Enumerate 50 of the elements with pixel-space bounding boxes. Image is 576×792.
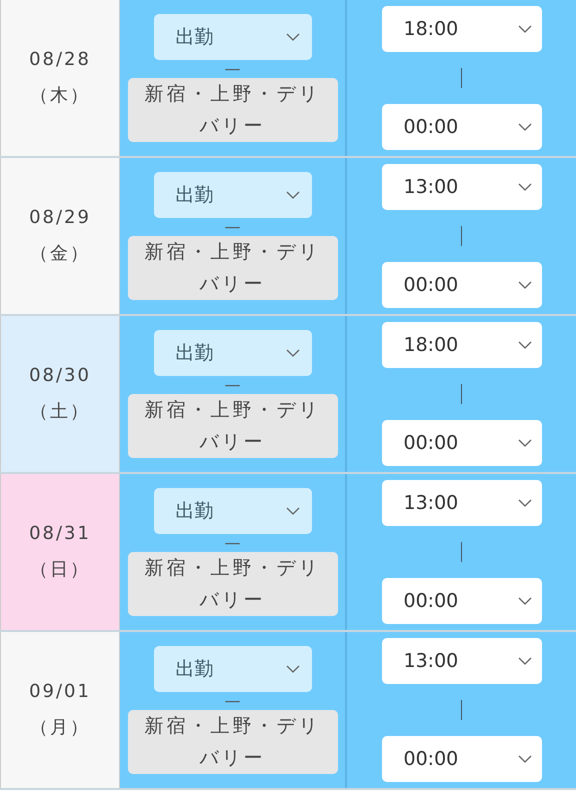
- end-time-dropdown[interactable]: 00:00: [382, 578, 542, 624]
- dash-separator: —: [224, 376, 240, 394]
- dash-separator: —: [224, 218, 240, 236]
- start-time-dropdown[interactable]: 13:00: [382, 480, 542, 526]
- chevron-down-icon: [518, 123, 532, 131]
- date-text: 09/01: [29, 680, 91, 704]
- chevron-down-icon: [518, 183, 532, 191]
- start-time-dropdown[interactable]: 13:00: [382, 638, 542, 684]
- chevron-down-icon: [518, 597, 532, 605]
- area-button[interactable]: 新宿・上野・デリバリー: [128, 78, 338, 142]
- start-time-dropdown[interactable]: 18:00: [382, 322, 542, 368]
- area-button[interactable]: 新宿・上野・デリバリー: [128, 236, 338, 300]
- status-dropdown[interactable]: 出勤: [154, 646, 312, 692]
- weekday-text: （金）: [30, 242, 90, 266]
- status-dropdown[interactable]: 出勤: [154, 14, 312, 60]
- chevron-down-icon: [286, 665, 300, 673]
- chevron-down-icon: [518, 657, 532, 665]
- end-time-dropdown[interactable]: 00:00: [382, 104, 542, 150]
- end-time-dropdown[interactable]: 00:00: [382, 262, 542, 308]
- area-button[interactable]: 新宿・上野・デリバリー: [128, 710, 338, 774]
- dash-separator: —: [224, 692, 240, 710]
- status-dropdown[interactable]: 出勤: [154, 172, 312, 218]
- chevron-down-icon: [286, 33, 300, 41]
- date-text: 08/31: [29, 522, 91, 546]
- chevron-down-icon: [518, 755, 532, 763]
- weekday-text: （土）: [30, 400, 90, 424]
- chevron-down-icon: [518, 439, 532, 447]
- chevron-down-icon: [518, 341, 532, 349]
- dash-separator: —: [224, 534, 240, 552]
- start-time-dropdown[interactable]: 13:00: [382, 164, 542, 210]
- date-text: 08/29: [29, 206, 91, 230]
- area-button[interactable]: 新宿・上野・デリバリー: [128, 394, 338, 458]
- chevron-down-icon: [286, 507, 300, 515]
- date-text: 08/28: [29, 48, 91, 72]
- area-button[interactable]: 新宿・上野・デリバリー: [128, 552, 338, 616]
- start-time-dropdown[interactable]: 18:00: [382, 6, 542, 52]
- weekday-text: （日）: [30, 558, 90, 582]
- chevron-down-icon: [518, 281, 532, 289]
- chevron-down-icon: [286, 191, 300, 199]
- chevron-down-icon: [286, 349, 300, 357]
- end-time-dropdown[interactable]: 00:00: [382, 420, 542, 466]
- chevron-down-icon: [518, 499, 532, 507]
- chevron-down-icon: [518, 25, 532, 33]
- weekday-text: （月）: [30, 716, 90, 740]
- end-time-dropdown[interactable]: 00:00: [382, 736, 542, 782]
- dash-separator: —: [224, 60, 240, 78]
- status-dropdown[interactable]: 出勤: [154, 488, 312, 534]
- weekday-text: （木）: [30, 84, 90, 108]
- status-dropdown[interactable]: 出勤: [154, 330, 312, 376]
- date-text: 08/30: [29, 364, 91, 388]
